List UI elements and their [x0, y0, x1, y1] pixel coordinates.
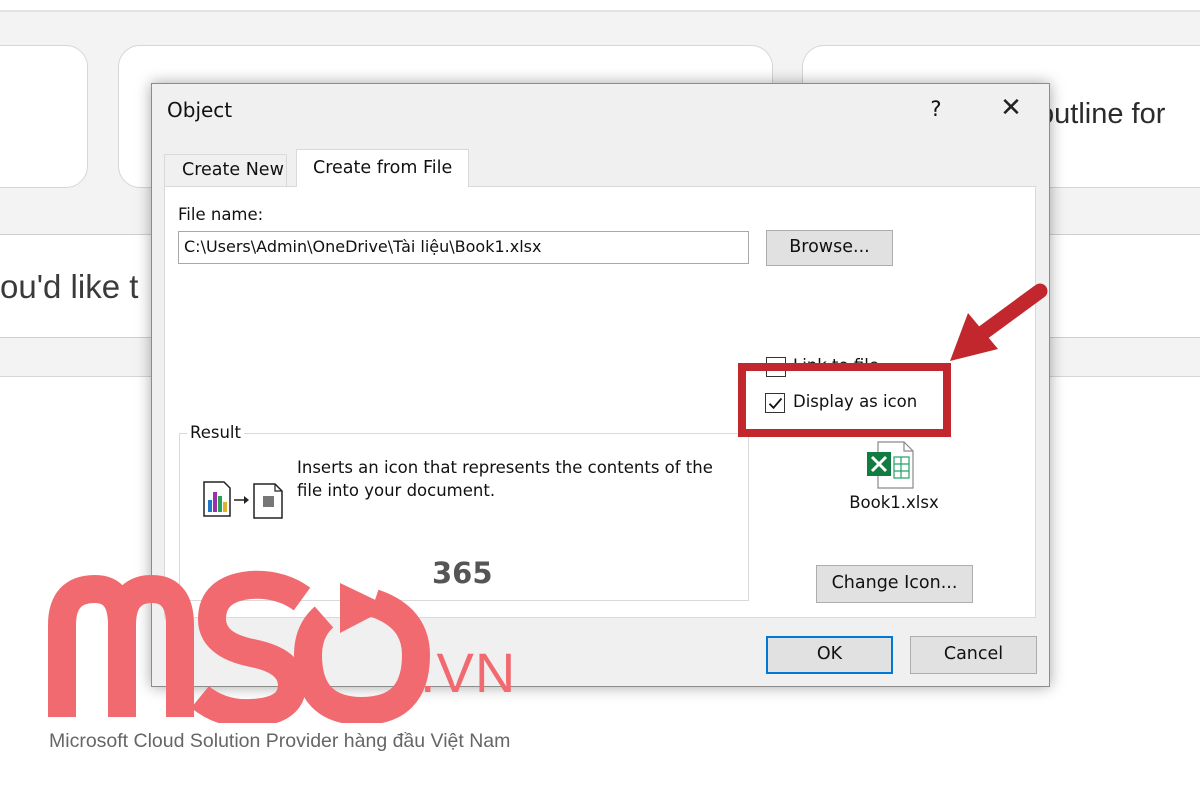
- file-name-label: File name:: [178, 205, 264, 224]
- change-icon-button[interactable]: Change Icon...: [816, 565, 973, 603]
- display-as-icon-checkbox[interactable]: [765, 393, 785, 413]
- icon-caption: Book1.xlsx: [849, 493, 939, 512]
- watermark-number: 365: [432, 556, 493, 590]
- checkmark-icon: [768, 397, 783, 410]
- cancel-button[interactable]: Cancel: [910, 636, 1037, 674]
- tab-create-new[interactable]: Create New: [164, 154, 287, 186]
- watermark-domain: .VN: [420, 641, 517, 704]
- link-to-file-label: Link to file: [793, 356, 879, 375]
- link-to-file-checkbox[interactable]: [766, 357, 786, 377]
- dialog-title: Object: [167, 98, 233, 122]
- display-as-icon-label: Display as icon: [793, 392, 918, 411]
- app-top-border: [0, 0, 1200, 12]
- result-label: Result: [187, 423, 244, 442]
- result-diagram-icon: [203, 481, 283, 519]
- ok-button[interactable]: OK: [766, 636, 893, 674]
- object-dialog: Object ? ✕ Create New Create from File F…: [151, 83, 1050, 687]
- suggestion-card-text: outline for: [1038, 98, 1166, 130]
- insert-as-icon-graphic: [202, 478, 292, 524]
- result-description: Inserts an icon that represents the cont…: [297, 458, 713, 500]
- help-button[interactable]: ?: [922, 92, 950, 126]
- browse-button[interactable]: Browse...: [766, 230, 893, 266]
- suggestion-card[interactable]: [0, 45, 88, 188]
- excel-file-icon: [864, 440, 916, 494]
- prompt-input-text: ou'd like t: [0, 268, 139, 305]
- file-name-field[interactable]: C:\Users\Admin\OneDrive\Tài liệu\Book1.x…: [178, 231, 749, 264]
- watermark-tagline: Microsoft Cloud Solution Provider hàng đ…: [49, 730, 511, 752]
- close-button[interactable]: ✕: [992, 90, 1030, 126]
- tab-create-from-file[interactable]: Create from File: [296, 149, 469, 187]
